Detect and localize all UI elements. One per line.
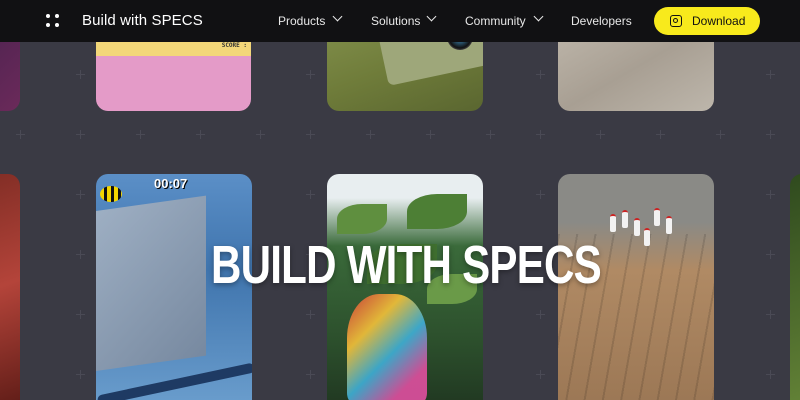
grid-plus-icon: [306, 310, 315, 319]
nav-solutions[interactable]: Solutions: [371, 14, 420, 28]
bowling-pin-icon: [666, 216, 672, 234]
bowling-pin-icon: [634, 218, 640, 236]
grid-plus-icon: [656, 130, 665, 139]
grid-plus-icon: [256, 130, 265, 139]
page-background: SCORE : 00:07 BUILD WITH SPECS Build wit…: [0, 0, 800, 400]
bowling-pin-icon: [610, 214, 616, 232]
grid-plus-icon: [76, 130, 85, 139]
grid-plus-icon: [306, 70, 315, 79]
grid-plus-icon: [426, 130, 435, 139]
grid-plus-icon: [536, 370, 545, 379]
specs-glasses-icon: [670, 15, 682, 27]
leaf-shape: [407, 194, 467, 229]
grid-plus-icon: [76, 70, 85, 79]
bowling-pin-icon: [622, 210, 628, 228]
grid-plus-icon: [366, 130, 375, 139]
download-button[interactable]: Download: [654, 7, 760, 35]
download-label: Download: [692, 14, 746, 28]
grid-plus-icon: [766, 70, 775, 79]
leaf-shape: [337, 204, 387, 234]
grid-plus-icon: [766, 190, 775, 199]
grid-plus-icon: [76, 190, 85, 199]
grid-plus-icon: [766, 250, 775, 259]
nav-developers[interactable]: Developers: [571, 14, 632, 28]
grid-plus-icon: [536, 190, 545, 199]
grid-plus-icon: [76, 310, 85, 319]
grid-plus-icon: [486, 130, 495, 139]
grid-plus-icon: [596, 130, 605, 139]
chevron-down-icon[interactable]: [332, 11, 343, 22]
card-partial-right-bottom[interactable]: [790, 174, 800, 400]
grid-plus-icon: [16, 130, 25, 139]
grid-plus-icon: [76, 370, 85, 379]
fish-icon: [100, 186, 122, 202]
score-label: SCORE :: [221, 42, 247, 49]
grid-plus-icon: [536, 130, 545, 139]
grid-plus-icon: [536, 310, 545, 319]
brand-name[interactable]: Build with SPECS: [82, 12, 203, 29]
card-partial-left-bottom[interactable]: [0, 174, 20, 400]
grid-plus-icon: [766, 310, 775, 319]
chevron-down-icon[interactable]: [426, 11, 437, 22]
top-nav: Build with SPECS Products Solutions Comm…: [0, 0, 800, 42]
nav-community[interactable]: Community: [465, 14, 526, 28]
grid-plus-icon: [306, 190, 315, 199]
grid-plus-icon: [766, 370, 775, 379]
ar-deer-figure: [347, 294, 427, 400]
hero-title: BUILD WITH SPECS: [210, 235, 602, 295]
chevron-down-icon[interactable]: [533, 11, 544, 22]
grid-plus-icon: [136, 130, 145, 139]
grid-plus-icon: [76, 250, 85, 259]
game-timer: 00:07: [154, 176, 188, 191]
bowling-pin-icon: [654, 208, 660, 226]
grid-plus-icon: [716, 130, 725, 139]
grid-plus-icon: [196, 130, 205, 139]
grid-plus-icon: [306, 130, 315, 139]
grid-plus-icon: [766, 130, 775, 139]
nav-products[interactable]: Products: [278, 14, 325, 28]
grid-dots-icon[interactable]: [46, 14, 60, 28]
game-pipe: [96, 362, 252, 400]
grid-plus-icon: [306, 370, 315, 379]
grid-plus-icon: [536, 70, 545, 79]
